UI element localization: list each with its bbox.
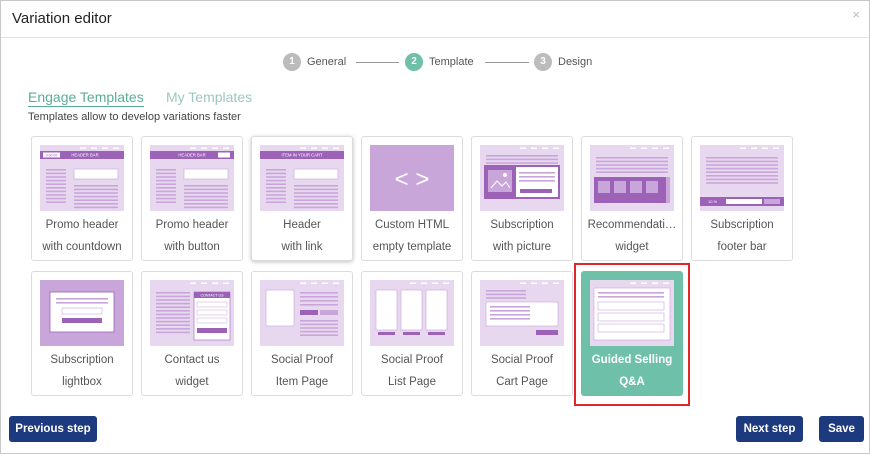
template-name: Subscription [50,354,114,366]
template-thumbnail [480,280,564,346]
template-card-sp-item[interactable]: Social Proof Item Page [251,271,353,396]
step-1-circle[interactable]: 1 [283,53,301,71]
stepper: 1 General 2 Template 3 Design [1,53,869,73]
template-name-line2: widget [615,241,649,253]
step-2-label[interactable]: Template [429,56,474,68]
template-card-sp-cart[interactable]: Social Proof Cart Page [471,271,573,396]
template-name: Custom HTML [374,219,450,231]
previous-step-button[interactable]: Previous step [9,416,97,442]
template-thumbnail: 0:00:00 HEADER BAR [40,145,124,211]
step-1-label[interactable]: General [307,56,346,68]
template-name-line2: List Page [388,376,436,388]
template-thumbnail: HEADER BAR [150,145,234,211]
template-name: Subscription [710,219,774,231]
template-name-line2: with button [164,241,220,253]
svg-text:< >: < > [395,166,430,193]
variation-editor-dialog: Variation editor × 1 General 2 Template … [0,0,870,454]
template-thumbnail [40,280,124,346]
template-name: Promo header [155,219,229,231]
template-name-line2: Cart Page [496,376,548,388]
template-name-line2: footer bar [717,241,767,253]
svg-text:CONTACT US: CONTACT US [200,294,224,298]
template-thumbnail [260,280,344,346]
template-name-line2: with picture [492,241,552,253]
template-thumbnail: CONTACT US [150,280,234,346]
template-name: Guided Selling [591,354,673,366]
template-thumbnail [370,280,454,346]
svg-text:HEADER BAR: HEADER BAR [71,153,98,158]
template-card-subscription-picture[interactable]: Subscription with picture [471,136,573,261]
template-name: Social Proof [490,354,553,366]
svg-text:0:00:00: 0:00:00 [46,154,57,158]
template-card-contact[interactable]: CONTACT US Contact us widget [141,271,243,396]
template-card-custom-html[interactable]: < > Custom HTML empty template [361,136,463,261]
template-name: Subscription [490,219,554,231]
close-icon[interactable]: × [852,7,860,22]
template-name-line2: with link [281,241,323,253]
dialog-title: Variation editor [12,10,112,27]
template-name: Contact us [164,354,220,366]
step-3-circle[interactable]: 3 [534,53,552,71]
svg-text:ITEM IN YOUR CART: ITEM IN YOUR CART [281,153,322,158]
dialog-header: Variation editor × [1,1,869,38]
template-card-footer-bar[interactable]: 10 % Subscription footer bar [691,136,793,261]
template-thumbnail [590,145,674,211]
svg-text:HEADER BAR: HEADER BAR [178,153,205,158]
template-name: Recommendati… [587,219,677,231]
template-card-recommendation[interactable]: Recommendati… widget [581,136,683,261]
template-name-line2: Item Page [275,376,329,388]
template-name-line2: empty template [372,241,452,253]
templates-description: Templates allow to develop variations fa… [28,111,241,123]
next-step-button[interactable]: Next step [736,416,803,442]
template-name-line2: with countdown [42,241,122,253]
template-thumbnail: ITEM IN YOUR CART [260,145,344,211]
template-name-line2: Q&A [619,376,645,388]
step-3-label[interactable]: Design [558,56,592,68]
template-card-lightbox[interactable]: Subscription lightbox [31,271,133,396]
step-connector [485,62,529,63]
tab-my-templates[interactable]: My Templates [166,89,252,105]
template-thumbnail: < > [370,145,454,211]
template-thumbnail: 10 % [700,145,784,211]
step-2-circle[interactable]: 2 [405,53,423,71]
template-thumbnail [480,145,564,211]
template-card-promo-button[interactable]: HEADER BAR Promo header with button [141,136,243,261]
template-card-promo-countdown[interactable]: 0:00:00 HEADER BAR Promo header with countd… [31,136,133,261]
template-name: Promo header [45,219,119,231]
template-name: Social Proof [270,354,333,366]
template-name-line2: widget [175,376,209,388]
tab-engage-templates[interactable]: Engage Templates [28,89,144,107]
template-card-guided[interactable]: Guided Selling Q&A [581,271,683,396]
step-connector [356,62,399,63]
template-name-line2: lightbox [62,376,102,388]
save-button[interactable]: Save [819,416,864,442]
template-name: Header [283,219,321,231]
template-name: Social Proof [380,354,443,366]
template-card-sp-list[interactable]: Social Proof List Page [361,271,463,396]
svg-text:10 %: 10 % [708,199,718,204]
template-card-header-link[interactable]: ITEM IN YOUR CART Header with link [251,136,353,261]
template-thumbnail [590,280,674,346]
